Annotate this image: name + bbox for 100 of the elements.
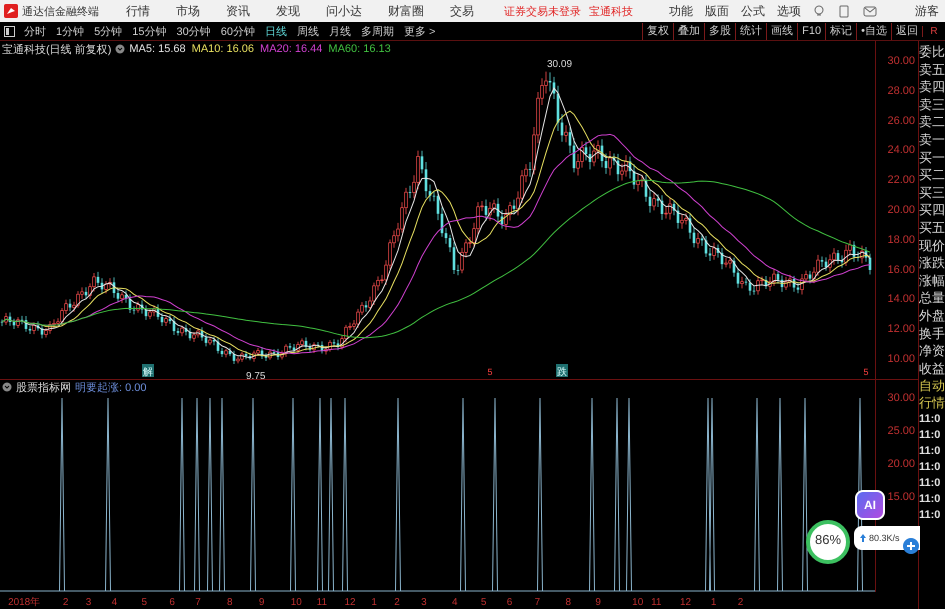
time-axis-label: 4: [452, 597, 458, 608]
tool-button[interactable]: 叠加: [673, 22, 704, 40]
time-axis-label: 12: [680, 597, 692, 608]
chevron-icon[interactable]: [2, 382, 12, 392]
chevron-icon[interactable]: [115, 44, 126, 54]
menu-item[interactable]: 功能: [669, 2, 693, 20]
quote-field-label: 委比: [919, 43, 945, 61]
ma-value: MA10: 16.06: [192, 43, 254, 55]
time-axis-label: 3: [421, 597, 427, 608]
time-axis-label: 1: [710, 597, 716, 608]
user-label[interactable]: 游客: [915, 2, 939, 20]
period-tab[interactable]: 更多 >: [399, 24, 440, 38]
menu-item[interactable]: 交易: [450, 2, 474, 20]
tool-button[interactable]: 标记: [825, 22, 856, 40]
period-tab[interactable]: 多周期: [356, 24, 399, 38]
price-axis-label: 12.00: [887, 322, 915, 336]
ma-value: MA5: 15.68: [129, 43, 186, 55]
quote-field-label: 买二: [919, 166, 945, 184]
time-axis-label: 10: [290, 597, 302, 608]
corner-label: R: [922, 26, 945, 36]
stock-link[interactable]: 宝通科技: [589, 4, 633, 18]
price-axis-label: 26.00: [887, 114, 915, 128]
time-axis-label: 5: [480, 597, 486, 608]
time-axis-label: 2: [62, 597, 68, 608]
tool-button[interactable]: 统计: [735, 22, 766, 40]
ai-button[interactable]: AI: [855, 490, 885, 520]
period-tab[interactable]: 30分钟: [172, 24, 216, 38]
time-axis-label: 8: [227, 597, 233, 608]
menu-item[interactable]: 行情: [126, 2, 150, 20]
menu-item[interactable]: 问小达: [326, 2, 362, 20]
tick-time-label: 11:0: [919, 508, 942, 524]
quote-field-label: 买五: [919, 218, 945, 237]
time-axis-label: 12: [344, 597, 356, 608]
login-notice: 证券交易未登录: [504, 4, 581, 18]
low-price-label: 9.75: [246, 371, 266, 379]
quote-field-label: 净资: [919, 342, 945, 360]
quote-field-label: 买三: [919, 184, 945, 202]
time-axis-label: 9: [595, 597, 601, 608]
tool-button[interactable]: F10: [797, 22, 826, 40]
period-tab[interactable]: 60分钟: [216, 24, 260, 38]
price-axis-label: 16.00: [887, 262, 915, 277]
logo-icon: [4, 4, 18, 18]
time-axis-label: 7: [195, 597, 201, 608]
period-tab[interactable]: 分时: [19, 24, 51, 38]
plus-icon[interactable]: [903, 538, 919, 554]
price-axis-label: 20.00: [887, 202, 915, 217]
quote-field-label: 卖一: [919, 130, 945, 149]
period-tab[interactable]: 月线: [324, 24, 356, 38]
phone-icon[interactable]: [839, 4, 849, 18]
menu-item[interactable]: 版面: [705, 2, 729, 20]
panel-toggle-icon[interactable]: [4, 26, 15, 36]
time-axis-label: 2: [738, 597, 744, 608]
tick-time-label: 11:0: [919, 460, 942, 476]
menu-item[interactable]: 市场: [176, 2, 200, 20]
time-axis-label: 3: [86, 597, 92, 608]
menu-item[interactable]: 公式: [741, 2, 765, 20]
ma-value: MA60: 16.13: [328, 43, 391, 55]
indicator-axis-label: 25.00: [887, 424, 915, 438]
tool-button[interactable]: 画线: [766, 22, 798, 40]
price-axis-label: 30.00: [887, 54, 915, 68]
time-axis-label: 4: [112, 597, 118, 608]
period-tab[interactable]: 15分钟: [127, 24, 172, 38]
tool-button[interactable]: 返回: [891, 22, 922, 40]
signal-tag: 解: [142, 364, 154, 378]
tick-time-label: 11:0: [919, 476, 942, 492]
quote-field-label: 买一: [919, 148, 945, 166]
indicator-axis-label: 15.00: [887, 490, 915, 504]
quote-field-label: 卖二: [919, 113, 945, 131]
period-tab[interactable]: 1分钟: [51, 24, 90, 38]
chart-title: 宝通科技(日线 前复权): [2, 42, 112, 56]
indicator-axis-label: 20.00: [887, 457, 915, 471]
app-title: 通达信金融终端: [22, 4, 100, 18]
indicator-value: 明要起涨: 0.00: [75, 380, 147, 394]
time-axis-label: 1: [371, 597, 377, 608]
quote-field-label: 卖五: [919, 60, 945, 78]
menu-item[interactable]: 资讯: [226, 2, 250, 20]
tool-button[interactable]: 复权: [642, 22, 674, 40]
bulb-icon[interactable]: [813, 5, 825, 17]
tool-button[interactable]: •自选: [856, 22, 891, 40]
signal-tag: 跌: [556, 364, 568, 378]
period-tab[interactable]: 5分钟: [89, 24, 128, 38]
menu-item[interactable]: 财富圈: [388, 2, 424, 20]
period-tab[interactable]: 日线: [260, 24, 292, 38]
time-axis-label: 8: [566, 597, 572, 608]
time-axis-label: 2018年: [8, 597, 40, 608]
time-axis-label: 7: [534, 597, 540, 608]
price-axis-label: 24.00: [887, 143, 915, 158]
period-tab[interactable]: 周线: [292, 24, 324, 38]
tool-button[interactable]: 多股: [704, 22, 736, 40]
indicator-axis-label: 30.00: [887, 391, 915, 405]
indicator-name: 股票指标网: [16, 380, 71, 394]
menu-item[interactable]: 发现: [276, 2, 300, 20]
quote-field-label: 买四: [919, 201, 945, 219]
cpu-usage-badge: 86%: [806, 520, 850, 564]
price-axis-label: 14.00: [887, 292, 915, 306]
tick-time-label: 自动: [919, 377, 945, 394]
mail-icon[interactable]: [863, 6, 877, 16]
quote-field-label: 涨跌: [919, 254, 945, 272]
menu-item[interactable]: 选项: [777, 2, 801, 20]
time-axis-label: 10: [632, 597, 644, 608]
